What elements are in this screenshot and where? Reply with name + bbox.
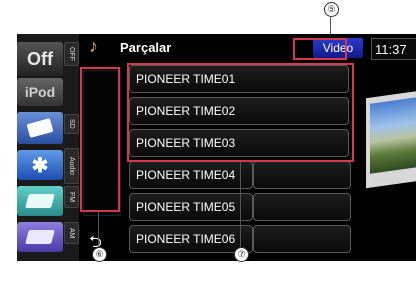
clock-label: 11:37 [375,41,407,57]
am-button[interactable] [17,222,63,252]
callout-6: ⑥ [92,247,107,262]
callout-7-label: ⑦ [237,249,246,259]
album-artwork [370,96,416,174]
list-item-extension [253,193,351,221]
radio-icon [25,194,55,208]
off-tab[interactable]: OFF [64,42,79,66]
list-item[interactable]: PIONEER TIME06 [129,225,253,253]
radio-icon [25,230,55,244]
off-tab-label: OFF [68,47,75,61]
callout-5-label: ⑤ [327,4,336,14]
off-button[interactable]: Off [17,42,63,76]
off-label: Off [27,48,53,69]
ipod-button[interactable]: iPod [17,78,63,106]
list-item[interactable]: PIONEER TIME05 [129,193,253,221]
sd-tab[interactable]: SD [64,114,79,134]
bluetooth-icon: ✱ [31,154,49,177]
fm-button[interactable] [17,186,63,216]
source-bar: Off OFF iPod SD ✱ Audio FM AM [17,34,79,261]
callout-7: ⑦ [234,247,249,262]
callout-6-leader [98,212,99,247]
now-playing-label: Yürütülüyor [374,178,405,184]
callout-5-box [293,38,347,60]
clock: 11:37 [371,38,416,60]
ipod-label: iPod [24,84,56,100]
callout-6-box [80,67,120,212]
sd-button[interactable] [17,112,63,144]
am-tab[interactable]: AM [64,222,79,244]
list-item-label: PIONEER TIME06 [136,232,236,246]
list-item-label: PIONEER TIME05 [136,200,236,214]
fm-tab[interactable]: FM [64,186,79,208]
list-item-extension [253,225,351,253]
fm-tab-label: FM [68,191,75,203]
callout-7-leader [240,162,241,247]
callout-6-label: ⑥ [95,249,104,259]
am-tab-label: AM [68,227,75,239]
sd-tab-label: SD [68,119,75,129]
bluetooth-audio-button[interactable]: ✱ [17,150,63,180]
header: ♪ Parçalar Video 11:37 [83,34,416,64]
callout-5: ⑤ [324,2,339,17]
audio-tab[interactable]: Audio [64,148,79,184]
page-title: Parçalar [120,40,172,55]
music-note-icon: ♪ [89,36,98,56]
list-item[interactable]: PIONEER TIME04 [129,161,253,189]
audio-tab-label: Audio [68,157,75,175]
callout-7-box [127,63,354,162]
sd-card-icon [26,118,54,138]
list-item-extension [253,161,351,189]
list-item-label: PIONEER TIME04 [136,168,236,182]
